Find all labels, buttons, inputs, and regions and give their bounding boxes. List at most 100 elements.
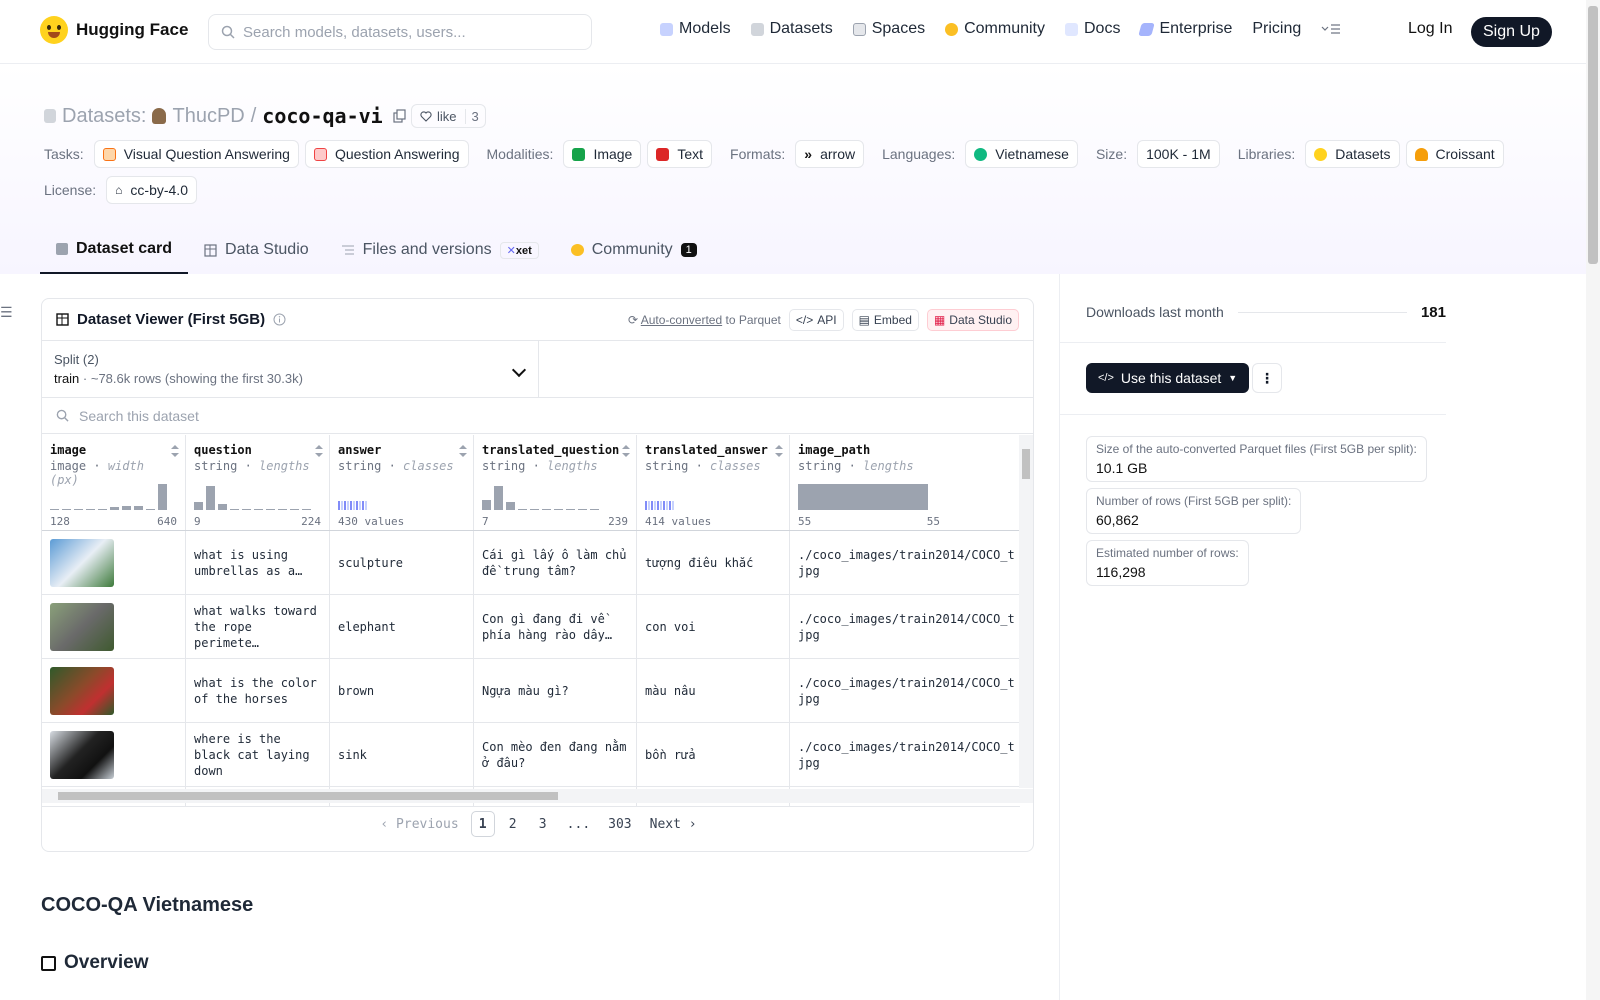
table-horizontal-scrollbar[interactable] (42, 789, 1033, 803)
split-label: Split (2) (54, 352, 99, 367)
sort-icon[interactable] (775, 445, 783, 457)
signup-button[interactable]: Sign Up (1471, 17, 1552, 47)
table-row[interactable]: what is using umbrellas as a… sculpture … (42, 531, 1020, 595)
question-cell[interactable]: where is the black cat laying down (186, 723, 330, 786)
tag-task-qa[interactable]: Question Answering (304, 140, 469, 168)
image-thumbnail[interactable] (50, 538, 114, 587)
pagination-previous[interactable]: ‹ Previous (374, 811, 464, 837)
column-type: string (482, 459, 526, 473)
table-row[interactable]: what walks toward the rope perimete… ele… (42, 595, 1020, 659)
embed-button[interactable]: ▤ Embed (851, 308, 919, 331)
page-3[interactable]: 3 (531, 811, 555, 837)
global-search[interactable] (208, 14, 592, 50)
translated-answer-cell[interactable]: màu nâu (637, 659, 790, 722)
dataset-search-input[interactable]: Search this dataset (79, 408, 199, 424)
column-name: translated_question (482, 443, 620, 457)
question-cell[interactable]: what is the color of the horses (186, 659, 330, 722)
tab-dataset-card[interactable]: Dataset card (40, 226, 189, 274)
global-search-input[interactable] (243, 23, 573, 41)
nav-community[interactable]: Community (945, 20, 1045, 38)
page-last[interactable]: 303 (602, 811, 637, 837)
nav-more-menu[interactable] (1321, 23, 1341, 35)
question-cell[interactable]: what walks toward the rope perimete… (186, 595, 330, 658)
toc-toggle-icon[interactable]: ☰ (0, 304, 13, 321)
tag-license[interactable]: ⌂ cc-by-4.0 (106, 176, 197, 204)
copy-icon[interactable] (393, 109, 407, 123)
info-icon[interactable] (273, 313, 286, 326)
image-thumbnail[interactable] (50, 602, 114, 651)
translated-question-cell[interactable]: Ngựa màu gì? (474, 659, 637, 722)
license-row: License: ⌂ cc-by-4.0 (44, 176, 197, 204)
database-icon (44, 109, 56, 123)
data-studio-button[interactable]: ▦ Data Studio (926, 308, 1019, 331)
image-path-cell[interactable]: ./coco_images/train2014/COCO_t jpg (790, 595, 1020, 658)
answer-cell[interactable]: brown (330, 659, 474, 722)
translated-answer-cell[interactable]: bồn rửa (637, 723, 790, 786)
answer-cell[interactable]: sink (330, 723, 474, 786)
image-cell[interactable] (42, 723, 186, 786)
tab-files[interactable]: Files and versions ✕xet (325, 226, 555, 274)
dataset-search[interactable]: Search this dataset (42, 398, 1033, 434)
table-vertical-scrollbar[interactable] (1019, 435, 1033, 788)
column-header-answer[interactable]: answer string · classes 430 values (330, 435, 474, 530)
tag-task-vqa[interactable]: Visual Question Answering (93, 140, 299, 168)
column-header-translated-answer[interactable]: translated_answer string · classes 414 v… (637, 435, 790, 530)
like-button[interactable]: like 3 (411, 104, 486, 128)
translated-answer-cell[interactable]: con voi (637, 595, 790, 658)
more-options-button[interactable]: ⋮ (1252, 363, 1282, 393)
tab-data-studio[interactable]: Data Studio (188, 226, 325, 274)
split-select[interactable]: Split (2) train · ~78.6k rows (showing t… (42, 341, 539, 397)
image-path-cell[interactable]: ./coco_images/train2014/COCO_t jpg (790, 659, 1020, 722)
image-cell[interactable] (42, 659, 186, 722)
column-header-question[interactable]: question string · lengths 9 224 (186, 435, 330, 530)
translated-question-cell[interactable]: Con mèo đen đang nằm ở đâu? (474, 723, 637, 786)
page-1[interactable]: 1 (470, 811, 495, 837)
pagination-next[interactable]: Next › (644, 811, 703, 837)
nav-docs[interactable]: Docs (1065, 20, 1120, 38)
table-row[interactable]: where is the black cat laying down sink … (42, 723, 1020, 787)
answer-cell[interactable]: elephant (330, 595, 474, 658)
tag-modality-image[interactable]: Image (563, 140, 642, 168)
nav-spaces[interactable]: Spaces (852, 20, 925, 38)
translated-question-cell[interactable]: Cái gì lấy ô làm chủ đề trung tâm? (474, 531, 637, 594)
tag-modality-text[interactable]: Text (647, 140, 713, 168)
image-path-cell[interactable]: ./coco_images/train2014/COCO_t jpg (790, 723, 1020, 786)
nav-enterprise[interactable]: Enterprise (1138, 20, 1232, 38)
login-link[interactable]: Log In (1408, 20, 1452, 38)
table-row[interactable]: what is the color of the horses brown Ng… (42, 659, 1020, 723)
hf-logo[interactable]: Hugging Face (40, 16, 188, 44)
use-dataset-button[interactable]: </> Use this dataset ▼ (1086, 363, 1250, 393)
column-header-image-path[interactable]: image_path string · lengths 55 55 (790, 435, 1020, 530)
sort-icon[interactable] (315, 445, 323, 457)
image-thumbnail[interactable] (50, 730, 114, 779)
tag-language-vietnamese[interactable]: Vietnamese (965, 140, 1078, 168)
image-path-cell[interactable]: ./coco_images/train2014/COCO_t jpg (790, 531, 1020, 594)
column-header-image[interactable]: image image · width (px) 128 640 (42, 435, 186, 530)
image-thumbnail[interactable] (50, 666, 114, 715)
question-cell[interactable]: what is using umbrellas as a… (186, 531, 330, 594)
column-header-translated-question[interactable]: translated_question string · lengths 7 23… (474, 435, 637, 530)
breadcrumb-owner[interactable]: ThucPD (172, 105, 244, 128)
image-cell[interactable] (42, 595, 186, 658)
tag-library-croissant[interactable]: Croissant (1405, 140, 1504, 168)
nav-datasets[interactable]: Datasets (750, 20, 833, 38)
sort-icon[interactable] (171, 445, 179, 457)
tab-community[interactable]: Community 1 (555, 226, 713, 274)
sort-icon[interactable] (459, 445, 467, 457)
tag-format-arrow[interactable]: » arrow (795, 140, 865, 168)
page-2[interactable]: 2 (501, 811, 525, 837)
image-cell[interactable] (42, 531, 186, 594)
repo-name[interactable]: coco-qa-vi (262, 104, 382, 128)
page-scrollbar[interactable] (1586, 0, 1600, 1000)
tag-size[interactable]: 100K - 1M (1137, 140, 1220, 168)
translated-question-cell[interactable]: Con gì đang đi về phía hàng rào dây… (474, 595, 637, 658)
nav-models[interactable]: Models (660, 20, 731, 38)
tag-library-datasets[interactable]: Datasets (1305, 140, 1400, 168)
translated-answer-cell[interactable]: tượng điêu khắc (637, 531, 790, 594)
api-button[interactable]: </> API (788, 308, 844, 331)
breadcrumb-section[interactable]: Datasets: (62, 105, 146, 128)
answer-cell[interactable]: sculpture (330, 531, 474, 594)
sort-icon[interactable] (622, 445, 630, 457)
nav-pricing[interactable]: Pricing (1252, 20, 1301, 38)
autoconvert-link[interactable]: Auto-converted (641, 313, 722, 327)
